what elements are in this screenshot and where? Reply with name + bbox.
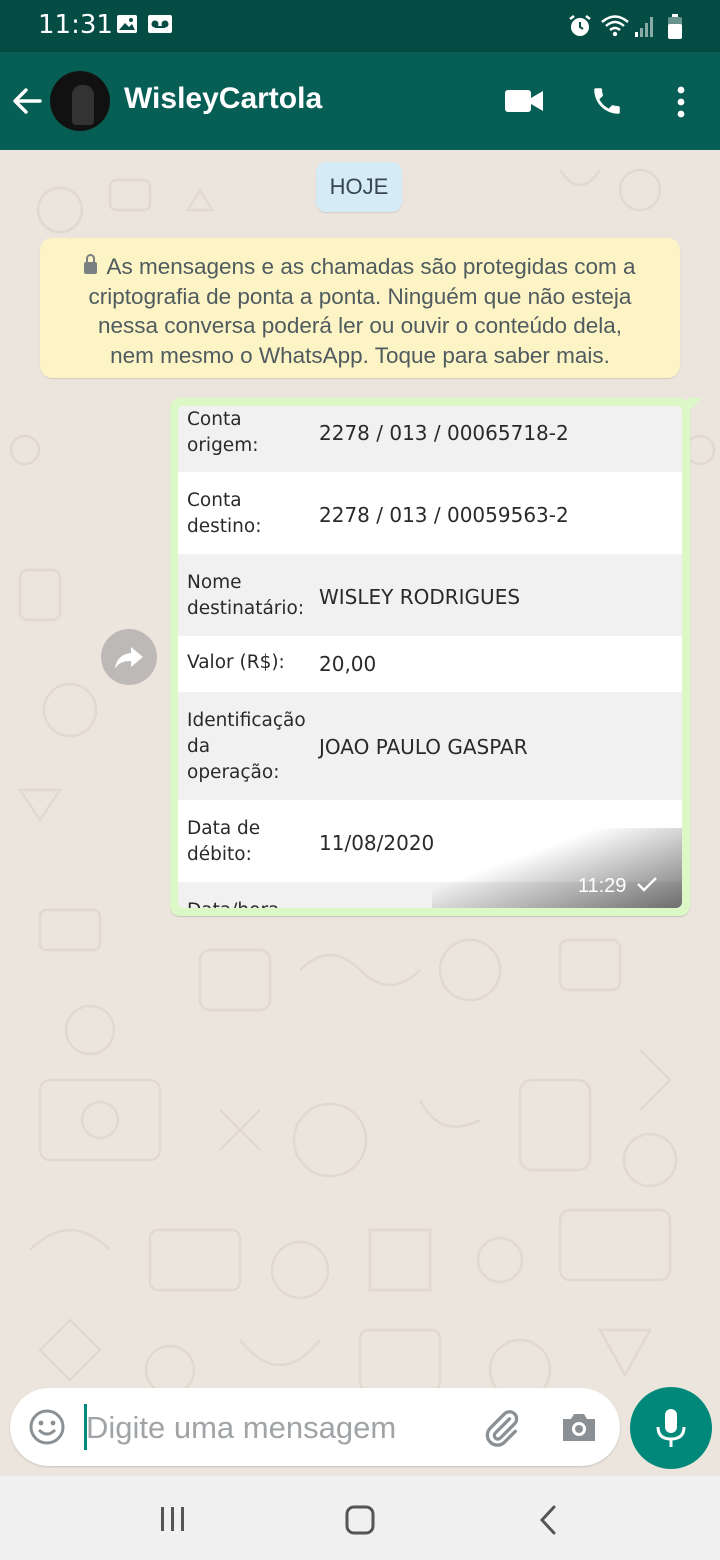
signal-icon	[635, 17, 653, 37]
lock-icon	[84, 254, 98, 274]
encryption-notice-line-2: criptografia de ponta a ponta. Ninguém q…	[88, 283, 632, 309]
avatar[interactable]	[50, 71, 110, 131]
message-input[interactable]: Digite uma mensagem	[86, 1410, 396, 1446]
receipt-row: Nome destinatário: WISLEY RODRIGUES	[178, 554, 682, 636]
forward-icon	[115, 647, 143, 669]
forward-button[interactable]	[101, 629, 157, 685]
mic-icon	[656, 1409, 686, 1447]
encryption-notice-line-1: As mensagens e as chamadas são protegida…	[48, 252, 672, 282]
more-vert-icon[interactable]	[676, 86, 686, 118]
status-bar: 11:31	[0, 0, 720, 52]
receipt-row: Valor (R$): 20,00	[187, 652, 377, 676]
message-time: 11:29	[578, 875, 658, 898]
check-icon	[637, 877, 657, 892]
back-arrow-icon[interactable]	[10, 84, 44, 118]
date-chip: HOJE	[316, 162, 402, 212]
voice-message-button[interactable]	[630, 1387, 712, 1469]
battery-icon	[668, 14, 682, 39]
encryption-notice-line-3: nessa conversa poderá ler ou ouvir o con…	[97, 313, 623, 338]
wifi-icon	[601, 15, 629, 37]
encryption-notice[interactable]: As mensagens e as chamadas são protegida…	[40, 238, 680, 378]
home-icon[interactable]	[344, 1504, 376, 1536]
outgoing-message[interactable]: Conta origem: 2278 / 013 / 00065718-2 Con…	[170, 398, 702, 916]
encryption-notice-line-4: nem mesmo o WhatsApp. Toque para saber m…	[110, 342, 610, 368]
receipt-row: Conta origem: 2278 / 013 / 00065718-2	[178, 406, 682, 472]
voicemail-notification-icon	[148, 15, 172, 33]
chat-area[interactable]: HOJE As mensagens e as chamadas são prot…	[0, 150, 720, 1476]
contact-name[interactable]: WisleyCartola	[124, 82, 322, 116]
video-call-icon[interactable]	[505, 89, 543, 113]
attach-icon[interactable]	[482, 1408, 522, 1448]
receipt-row: Conta destino: 2278 / 013 / 00059563-2	[187, 490, 569, 537]
camera-icon[interactable]	[560, 1410, 598, 1444]
phone-icon[interactable]	[590, 84, 624, 118]
recent-apps-icon[interactable]	[158, 1504, 188, 1534]
alarm-icon	[569, 15, 591, 36]
status-time: 11:31	[38, 10, 113, 40]
system-nav-bar	[0, 1476, 720, 1560]
receipt-image[interactable]: Conta origem: 2278 / 013 / 00065718-2 Con…	[178, 406, 682, 908]
message-composer[interactable]: Digite uma mensagem	[10, 1388, 620, 1466]
gallery-notification-icon	[117, 15, 137, 33]
receipt-row: Identificação da operação: JOAO PAULO GASP…	[178, 692, 682, 800]
emoji-icon[interactable]	[28, 1408, 66, 1446]
back-nav-icon[interactable]	[534, 1504, 562, 1536]
chat-header: WisleyCartola	[0, 52, 720, 150]
